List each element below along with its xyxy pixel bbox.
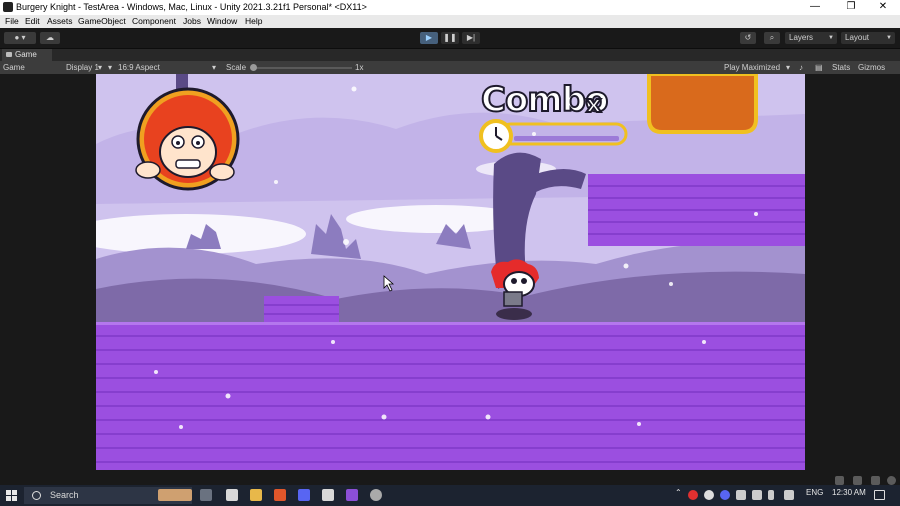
- microphone-icon[interactable]: [768, 490, 774, 500]
- display-dropdown[interactable]: Display 1: [66, 63, 99, 72]
- step-button[interactable]: ▶|: [462, 32, 480, 44]
- scale-label: Scale: [226, 63, 247, 72]
- minimize-button[interactable]: —: [798, 0, 832, 15]
- volume-icon[interactable]: [784, 490, 794, 500]
- tray-app-icon[interactable]: [688, 490, 698, 500]
- hud-portrait: [135, 87, 240, 191]
- small-brick-block: [264, 296, 339, 324]
- scale-value: 1x: [355, 63, 364, 72]
- game-view-toolbar: Game Display 1 ▾ ▾ 16:9 Aspect ▾ Scale 1…: [0, 61, 900, 74]
- scale-slider-track[interactable]: [252, 67, 352, 69]
- main-toolbar: ● ▾ ☁ ▶ ❚❚ ▶| ↺ ⌕ Layers ▼ Layout ▼: [0, 28, 900, 49]
- layers-status-icon[interactable]: [853, 476, 862, 485]
- stats-button[interactable]: Stats: [832, 63, 850, 72]
- close-button[interactable]: ✕: [866, 0, 900, 15]
- menu-gameobject[interactable]: GameObject: [78, 16, 126, 26]
- cloud-icon: ☁: [46, 33, 54, 42]
- play-icon: ▶: [425, 33, 433, 42]
- game-scene: [96, 74, 805, 470]
- editor-gutter-bottom: [96, 470, 805, 485]
- account-button[interactable]: ● ▾: [4, 32, 36, 44]
- unity-hub-icon[interactable]: [370, 489, 382, 501]
- step-icon: ▶|: [466, 33, 476, 42]
- hud-item-box: [647, 74, 758, 134]
- search-icon: [32, 491, 41, 500]
- scale-slider-knob[interactable]: [250, 64, 257, 71]
- combo-multiplier: x: [585, 89, 603, 119]
- search-icon: ⌕: [769, 33, 775, 42]
- layout-label: Layout: [845, 33, 870, 42]
- account-icon: ● ▾: [14, 33, 26, 42]
- tray-discord-icon[interactable]: [720, 490, 730, 500]
- unity-taskbar-icon[interactable]: [322, 489, 334, 501]
- play-maximized-dropdown[interactable]: Play Maximized: [724, 63, 780, 72]
- menu-assets[interactable]: Assets: [47, 16, 73, 26]
- history-icon: ↺: [744, 33, 752, 42]
- stats-settings-icon[interactable]: ▤: [815, 63, 823, 72]
- windows-start-icon[interactable]: [6, 490, 17, 501]
- menu-file[interactable]: File: [5, 16, 19, 26]
- brave-browser-icon[interactable]: [274, 489, 286, 501]
- tab-game-label: Game: [15, 50, 37, 59]
- status-check-icon[interactable]: [887, 476, 896, 485]
- pause-icon: ❚❚: [443, 33, 457, 42]
- play-maximized-chevron-icon: ▾: [786, 63, 791, 72]
- settings-icon[interactable]: [871, 476, 880, 485]
- pause-button[interactable]: ❚❚: [441, 32, 459, 44]
- layers-label: Layers: [789, 33, 814, 42]
- editor-gutter-right: [805, 74, 900, 485]
- visual-studio-icon[interactable]: [346, 489, 358, 501]
- menu-window[interactable]: Window: [207, 16, 237, 26]
- game-tab-strip: Game: [0, 49, 900, 61]
- search-button[interactable]: ⌕: [764, 32, 780, 44]
- menu-edit[interactable]: Edit: [25, 16, 40, 26]
- clock-time[interactable]: 12:30 AM: [832, 488, 866, 497]
- game-mode-dropdown[interactable]: Game: [3, 63, 25, 72]
- unity-logo-icon: [3, 2, 13, 12]
- upper-brick-platform: [588, 174, 805, 246]
- tab-game[interactable]: Game: [2, 49, 52, 61]
- aspect-dropdown-chevron-icon: ▾: [212, 63, 217, 72]
- chevron-down-icon: ▼: [828, 35, 834, 41]
- undo-history-button[interactable]: ↺: [740, 32, 756, 44]
- maximize-button[interactable]: ❐: [834, 0, 868, 15]
- tray-overflow-icon[interactable]: ⌃: [675, 488, 682, 497]
- gizmos-button[interactable]: Gizmos: [858, 63, 885, 72]
- layers-dropdown[interactable]: Layers ▼: [785, 32, 837, 44]
- menu-component[interactable]: Component: [132, 16, 176, 26]
- file-explorer-icon[interactable]: [250, 489, 262, 501]
- task-view-icon[interactable]: [200, 489, 212, 501]
- mute-audio-icon[interactable]: ♪: [799, 63, 803, 72]
- phone-link-icon[interactable]: [226, 489, 238, 501]
- tray-network-icon[interactable]: [752, 490, 762, 500]
- console-icon[interactable]: [835, 476, 844, 485]
- layout-dropdown[interactable]: Layout ▼: [841, 32, 895, 44]
- window-titlebar: Burgery Knight - TestArea - Windows, Mac…: [0, 0, 900, 15]
- notifications-icon[interactable]: [874, 490, 885, 500]
- cloud-button[interactable]: ☁: [40, 32, 60, 44]
- aspect-dropdown[interactable]: 16:9 Aspect: [118, 63, 160, 72]
- play-button[interactable]: ▶: [420, 32, 438, 44]
- windows-taskbar: Search ⌃ ENG 12:30 AM: [0, 485, 900, 506]
- aspect-chevron-icon: ▾: [108, 63, 113, 72]
- language-indicator[interactable]: ENG: [806, 488, 823, 497]
- window-title: Burgery Knight - TestArea - Windows, Mac…: [16, 2, 367, 12]
- chevron-down-icon: ▼: [886, 35, 892, 41]
- game-viewport[interactable]: Combo x: [96, 74, 805, 470]
- editor-gutter-left: [0, 74, 96, 485]
- ground-bricks: [96, 322, 805, 470]
- menu-help[interactable]: Help: [245, 16, 262, 26]
- game-controller-icon: [6, 52, 12, 57]
- discord-icon[interactable]: [298, 489, 310, 501]
- tray-steam-icon[interactable]: [704, 490, 714, 500]
- display-chevron-icon: ▾: [98, 63, 103, 72]
- taskbar-search-placeholder: Search: [50, 490, 79, 500]
- menu-bar: File Edit Assets GameObject Component Jo…: [0, 15, 900, 28]
- menu-jobs[interactable]: Jobs: [183, 16, 201, 26]
- search-highlight-icon: [158, 489, 192, 501]
- tray-display-icon[interactable]: [736, 490, 746, 500]
